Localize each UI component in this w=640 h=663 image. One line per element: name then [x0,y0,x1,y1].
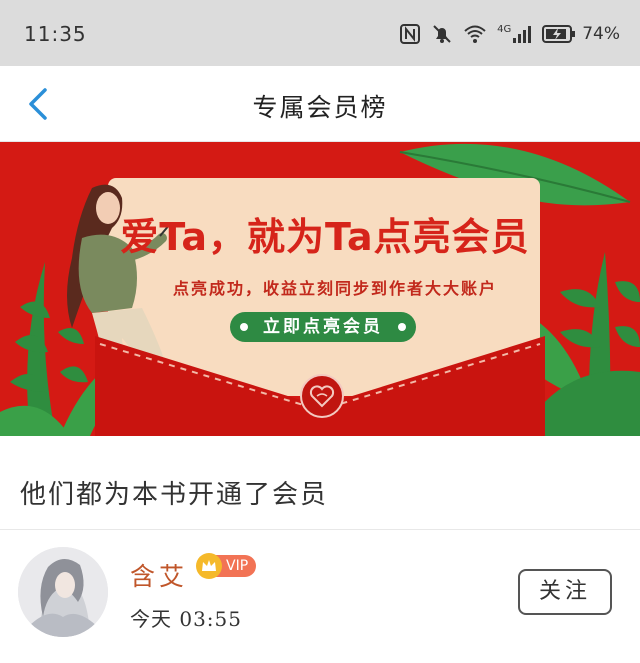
banner-subtitle: 点亮成功，收益立刻同步到作者大大账户 [172,279,497,298]
member-name[interactable]: 含艾 [130,557,188,593]
status-bar: 11:35 4G 74% [0,0,640,66]
avatar-illustration [18,547,108,637]
member-join-time: 今天 03:55 [130,607,242,631]
status-icons: 4G 74% [399,20,620,48]
heart-seal-icon [300,374,344,418]
nfc-icon [399,23,421,45]
battery: 74% [542,24,620,44]
network-type: 4G [497,24,512,35]
page-title: 专属会员榜 [252,93,388,122]
battery-icon [542,25,576,43]
vip-label: VIP [216,555,257,577]
cellular-signal-icon: 4G [497,24,532,44]
nav-header: 专属会员榜 [0,66,640,142]
avatar[interactable] [18,547,108,637]
banner-headline: 爱Ta，就为Ta点亮会员 [120,215,530,259]
vip-badge: VIP [196,553,257,579]
crown-icon [196,553,222,579]
mute-bell-icon [431,23,453,45]
members-section-header: 他们都为本书开通了会员 [0,436,640,530]
section-title: 他们都为本书开通了会员 [20,480,329,510]
status-time: 11:35 [24,22,87,46]
promo-banner[interactable]: 爱Ta，就为Ta点亮会员 点亮成功，收益立刻同步到作者大大账户 立即点亮会员 [0,142,640,436]
wifi-icon [463,23,487,45]
battery-percent: 74% [582,24,620,44]
member-list-item[interactable]: 含艾 VIP 今天 03:55 关注 [0,531,640,663]
follow-button[interactable]: 关注 [518,569,612,615]
